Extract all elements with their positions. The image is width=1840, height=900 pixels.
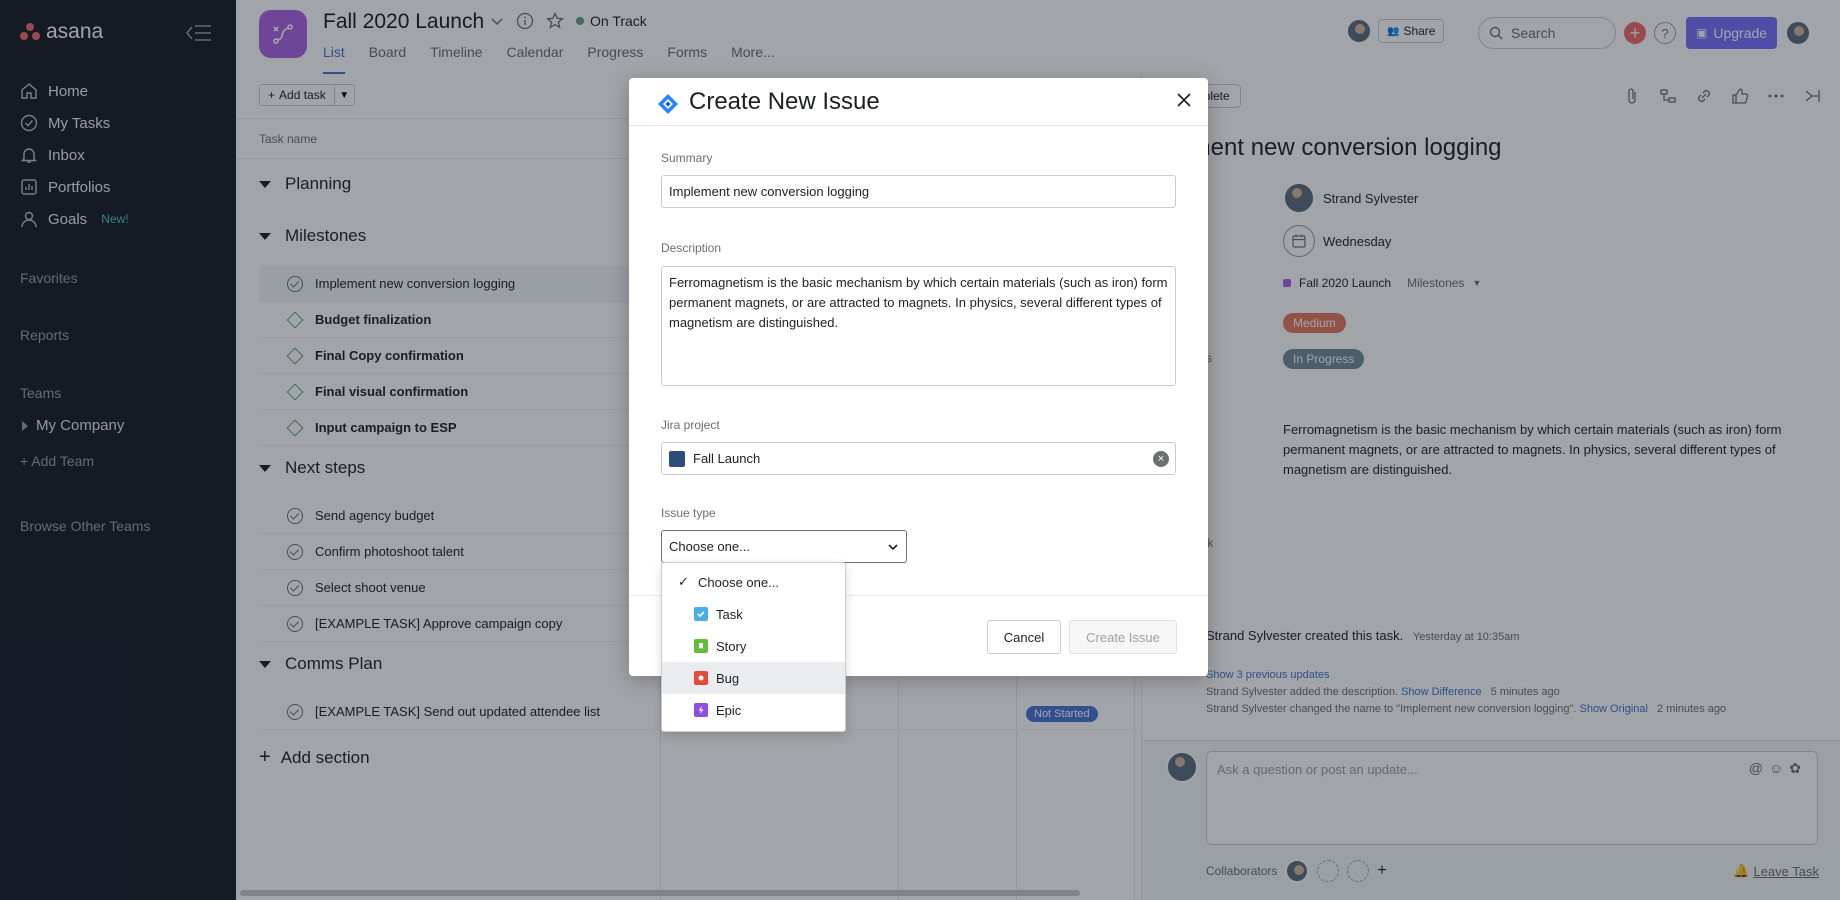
description-textarea[interactable]: Ferromagnetism is the basic mechanism by… bbox=[661, 266, 1176, 386]
summary-label: Summary bbox=[661, 151, 713, 165]
option-story[interactable]: Story bbox=[662, 630, 845, 662]
clear-icon[interactable]: × bbox=[1153, 451, 1169, 467]
story-icon bbox=[694, 639, 708, 653]
description-label: Description bbox=[661, 241, 722, 255]
app-root: asana Home My Tasks Inbox Portfolios Goa… bbox=[0, 0, 1840, 900]
cancel-button[interactable]: Cancel bbox=[987, 620, 1061, 654]
bug-icon bbox=[694, 671, 708, 685]
option-label: Epic bbox=[716, 702, 742, 718]
option-bug[interactable]: Bug bbox=[662, 662, 845, 694]
project-avatar-icon bbox=[669, 450, 685, 467]
issue-type-label: Issue type bbox=[661, 506, 716, 520]
option-epic[interactable]: Epic bbox=[662, 694, 845, 726]
issue-type-dropdown: ✓ Choose one... Task Story Bug Epic bbox=[661, 562, 846, 732]
close-icon[interactable] bbox=[1176, 92, 1192, 108]
issue-type-select[interactable]: Choose one... bbox=[661, 530, 907, 563]
task-icon bbox=[694, 607, 708, 621]
option-label: Story bbox=[716, 638, 747, 654]
modal-header: Create New Issue bbox=[629, 78, 1208, 126]
chevron-down-icon bbox=[888, 543, 898, 550]
summary-input[interactable]: Implement new conversion logging bbox=[661, 175, 1176, 208]
epic-icon bbox=[694, 703, 708, 717]
option-task[interactable]: Task bbox=[662, 598, 845, 630]
create-issue-button[interactable]: Create Issue bbox=[1069, 620, 1177, 654]
jira-icon bbox=[658, 94, 678, 114]
option-label: Bug bbox=[716, 670, 740, 686]
modal-title: Create New Issue bbox=[689, 88, 880, 115]
option-label: Choose one... bbox=[698, 574, 779, 590]
checkmark-icon: ✓ bbox=[678, 574, 689, 589]
jira-project-label: Jira project bbox=[661, 418, 720, 432]
jira-project-select[interactable]: Fall Launch × bbox=[661, 442, 1176, 475]
jira-project-value: Fall Launch bbox=[693, 451, 761, 466]
option-label: Task bbox=[716, 606, 743, 622]
option-choose-one[interactable]: ✓ Choose one... bbox=[662, 566, 845, 598]
issue-type-value: Choose one... bbox=[669, 539, 750, 554]
